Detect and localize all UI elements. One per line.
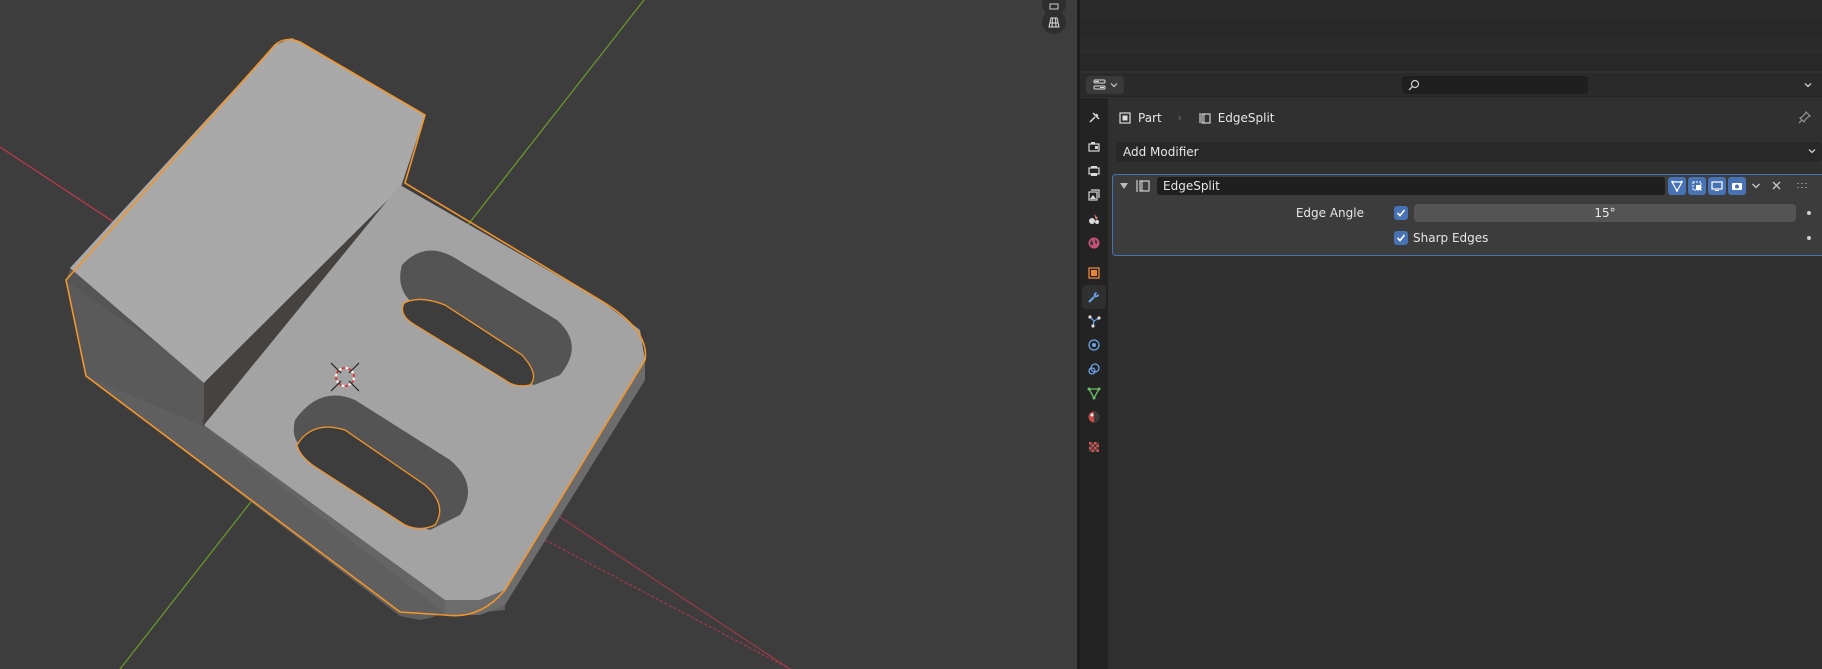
object-icon: [1119, 112, 1131, 124]
world-icon: [1088, 237, 1100, 249]
monitor-icon: [1711, 181, 1723, 191]
search-input[interactable]: [1424, 78, 1574, 92]
modifier-name-field[interactable]: EdgeSplit: [1157, 177, 1665, 195]
edge-split-icon: [1136, 180, 1150, 192]
outliner-row[interactable]: [1080, 0, 1822, 18]
tab-scene[interactable]: [1082, 207, 1106, 231]
animate-property-dot[interactable]: [1807, 211, 1811, 215]
constraints-icon: [1088, 363, 1100, 375]
tab-particles[interactable]: [1082, 309, 1106, 333]
tab-world[interactable]: [1082, 231, 1106, 255]
tab-tool[interactable]: [1082, 106, 1106, 130]
output-icon: [1088, 166, 1100, 176]
collapse-triangle-icon[interactable]: [1119, 181, 1129, 191]
checkmark-icon: [1396, 234, 1406, 242]
modifier-panel-edgesplit: EdgeSplit Edge Angle 15° Sharp Edges: [1112, 174, 1822, 256]
drag-handle-icon[interactable]: [1797, 181, 1809, 191]
x-axis-near: [0, 146, 121, 227]
properties-search[interactable]: [1402, 76, 1588, 94]
checkmark-icon: [1396, 209, 1406, 217]
properties-header: [1080, 73, 1822, 97]
chevron-down-icon: [1804, 83, 1812, 88]
add-modifier-label: Add Modifier: [1123, 145, 1199, 159]
animate-property-dot[interactable]: [1807, 236, 1811, 240]
object-icon: [1088, 267, 1100, 279]
data-icon: [1087, 387, 1101, 400]
edit-mode-button[interactable]: [1688, 177, 1706, 195]
texture-icon: [1089, 442, 1099, 452]
breadcrumb: Part › EdgeSplit: [1118, 108, 1275, 128]
particles-icon: [1088, 315, 1101, 328]
tab-constraints[interactable]: [1082, 357, 1106, 381]
on-cage-button[interactable]: [1668, 177, 1686, 195]
tab-texture[interactable]: [1082, 435, 1106, 459]
outliner-row[interactable]: [1080, 36, 1822, 54]
view-layer-icon: [1088, 189, 1100, 201]
tab-data[interactable]: [1082, 381, 1106, 405]
outliner-row[interactable]: [1080, 18, 1822, 36]
editor-type-dropdown[interactable]: [1086, 76, 1124, 94]
scene-icon: [1089, 214, 1099, 224]
tab-output[interactable]: [1082, 159, 1106, 183]
tool-icon: [1089, 112, 1100, 123]
tab-physics[interactable]: [1082, 333, 1106, 357]
edit-mode-icon: [1692, 181, 1702, 191]
tab-view-layer[interactable]: [1082, 183, 1106, 207]
close-icon[interactable]: [1771, 180, 1782, 191]
sharp-edges-row: Sharp Edges: [1113, 228, 1822, 248]
header-options-button[interactable]: [1800, 77, 1816, 93]
camera-icon: [1732, 183, 1742, 190]
realtime-button[interactable]: [1708, 177, 1726, 195]
properties-editor-icon: [1093, 79, 1106, 90]
edge-angle-value: 15°: [1594, 206, 1616, 220]
tab-object[interactable]: [1082, 261, 1106, 285]
render-toggle-button[interactable]: [1728, 177, 1746, 195]
search-icon: [1408, 79, 1420, 91]
sharp-edges-label: Sharp Edges: [1413, 231, 1489, 245]
breadcrumb-object: Part: [1138, 111, 1162, 125]
edge-angle-label: Edge Angle: [1295, 206, 1364, 220]
mesh-part[interactable]: [65, 38, 647, 620]
chevron-down-icon[interactable]: [1751, 181, 1761, 191]
modifier-name: EdgeSplit: [1163, 179, 1220, 193]
material-icon: [1088, 411, 1100, 423]
x-axis-far: [544, 539, 791, 669]
tab-material[interactable]: [1082, 405, 1106, 429]
tab-modifiers[interactable]: [1082, 285, 1106, 309]
sharp-edges-checkbox[interactable]: [1394, 231, 1408, 245]
on-cage-icon: [1671, 180, 1683, 192]
tab-render[interactable]: [1082, 135, 1106, 159]
breadcrumb-modifier: EdgeSplit: [1217, 111, 1275, 125]
properties-content: Part › EdgeSplit Add Modifier EdgeSplit: [1108, 98, 1822, 669]
3d-viewport[interactable]: [0, 0, 1077, 669]
edge-split-icon: [1199, 113, 1211, 124]
add-modifier-button[interactable]: Add Modifier: [1116, 142, 1822, 162]
edge-angle-checkbox[interactable]: [1394, 206, 1408, 220]
outliner-row[interactable]: [1080, 54, 1822, 71]
properties-tabs: [1080, 98, 1108, 669]
viewport-scene[interactable]: [0, 0, 1077, 669]
render-icon: [1088, 142, 1100, 152]
chevron-down-icon: [1110, 83, 1118, 88]
chevron-down-icon: [1808, 149, 1816, 154]
pin-icon: [1798, 111, 1811, 124]
grid-icon: [1048, 17, 1060, 28]
breadcrumb-separator: ›: [1177, 112, 1182, 124]
camera-icon: [1049, 3, 1059, 10]
physics-icon: [1088, 339, 1100, 351]
right-area: Part › EdgeSplit Add Modifier EdgeSplit: [1080, 0, 1822, 669]
modifier-toggle-buttons: [1668, 177, 1746, 195]
modifier-icon: [1088, 292, 1099, 303]
edge-angle-slider[interactable]: 15°: [1414, 204, 1796, 222]
pin-button[interactable]: [1798, 110, 1812, 127]
edge-angle-row: Edge Angle 15°: [1113, 203, 1822, 223]
modifier-header[interactable]: EdgeSplit: [1113, 175, 1822, 197]
toggle-ortho-button[interactable]: [1042, 10, 1066, 34]
